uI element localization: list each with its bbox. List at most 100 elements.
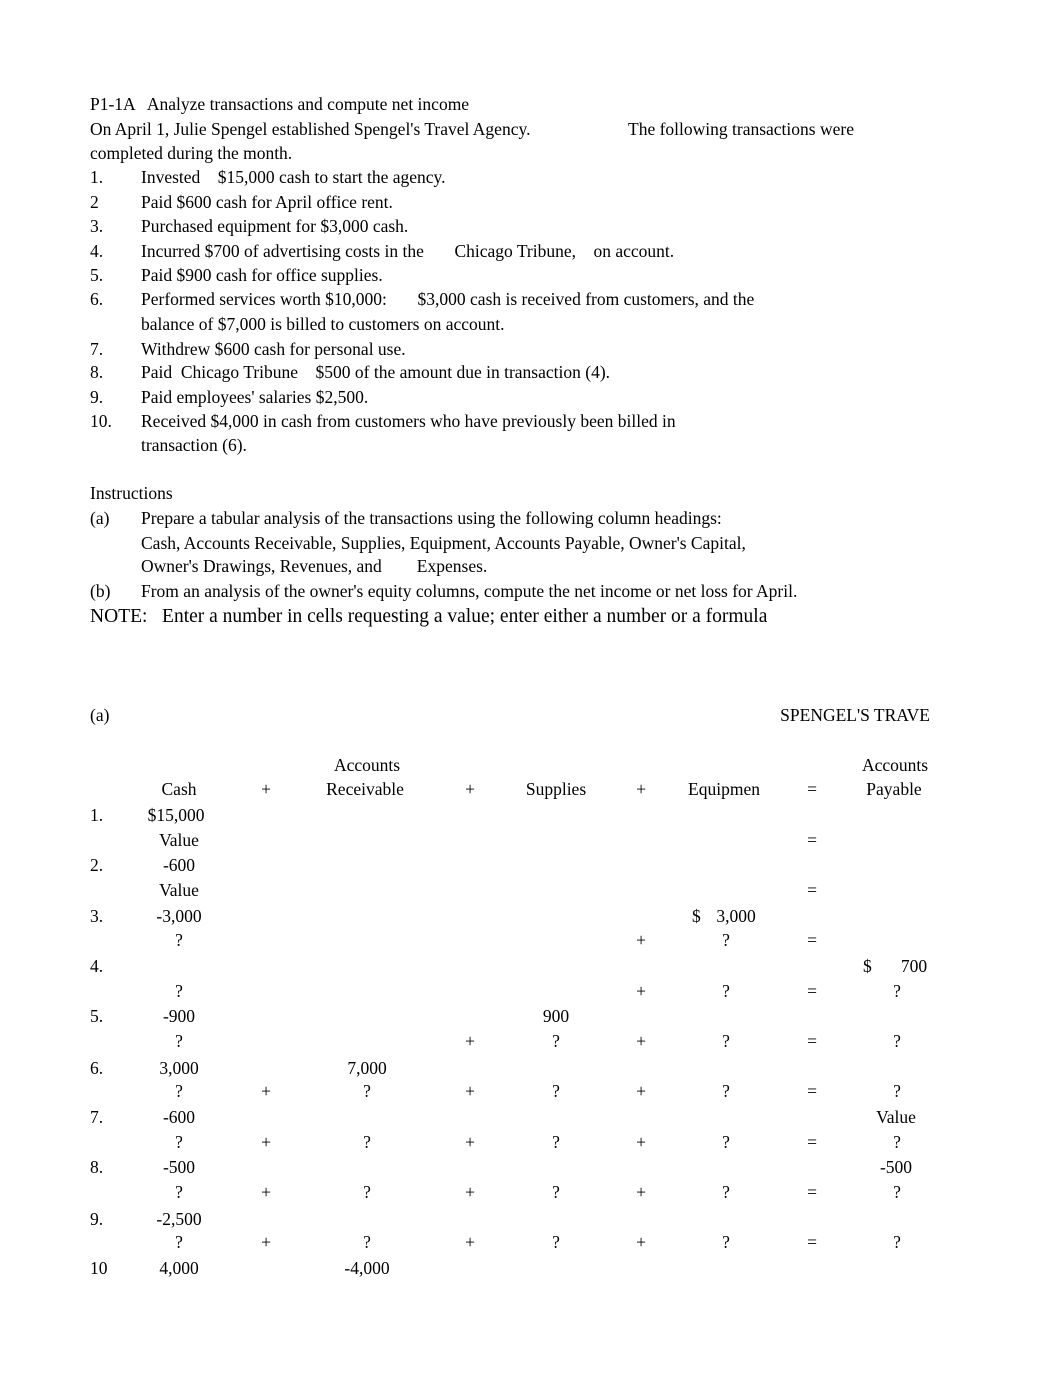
instruction-a-line: Prepare a tabular analysis of the transa…: [141, 508, 722, 528]
transaction-text: Paid $900 cash for office supplies.: [141, 265, 383, 285]
header-plus: +: [261, 779, 271, 799]
accounts-receivable-cell[interactable]: -4,000: [344, 1258, 389, 1278]
transaction-number: 6.: [90, 289, 104, 309]
accounts-payable-cell[interactable]: ?: [893, 1081, 901, 1101]
row-number: 10: [90, 1258, 108, 1278]
equipment-cell[interactable]: ?: [722, 1132, 730, 1152]
equipment-cell[interactable]: 3,000: [716, 906, 755, 926]
transaction-number: 5.: [90, 265, 104, 285]
equals-sign: =: [807, 930, 817, 950]
row-number: 7.: [90, 1107, 104, 1127]
row-number: 9.: [90, 1209, 104, 1229]
company-title: SPENGEL'S TRAVE: [780, 705, 930, 725]
cash-cell[interactable]: ?: [175, 1031, 183, 1051]
cash-cell[interactable]: ?: [175, 1132, 183, 1152]
instruction-b-label: (b): [90, 581, 111, 601]
accounts-receivable-cell[interactable]: ?: [363, 1081, 371, 1101]
accounts-payable-cell[interactable]: ?: [893, 981, 901, 1001]
cash-cell[interactable]: ?: [175, 1232, 183, 1252]
plus-sign: +: [636, 1031, 646, 1051]
equipment-cell[interactable]: ?: [722, 1081, 730, 1101]
cash-cell[interactable]: 3,000: [159, 1058, 198, 1078]
accounts-payable-cell[interactable]: ?: [893, 1031, 901, 1051]
plus-sign: +: [465, 1031, 475, 1051]
equipment-cell[interactable]: ?: [722, 981, 730, 1001]
equals-sign: =: [807, 1232, 817, 1252]
equals-sign: =: [807, 1182, 817, 1202]
plus-sign: +: [465, 1132, 475, 1152]
intro-text-line2: completed during the month.: [90, 143, 293, 163]
header-supplies: Supplies: [525, 779, 587, 799]
accounts-receivable-cell[interactable]: ?: [363, 1132, 371, 1152]
accounts-payable-cell[interactable]: Value: [876, 1107, 916, 1127]
transaction-text: balance of $7,000 is billed to customers…: [141, 314, 505, 334]
cash-cell[interactable]: ?: [175, 981, 183, 1001]
plus-sign: +: [636, 981, 646, 1001]
supplies-cell[interactable]: ?: [552, 1081, 560, 1101]
part-a-label: (a): [90, 705, 110, 725]
plus-sign: +: [261, 1132, 271, 1152]
transaction-text: Paid employees' salaries $2,500.: [141, 387, 369, 407]
equals-sign: =: [807, 880, 817, 900]
supplies-cell[interactable]: ?: [552, 1182, 560, 1202]
cash-cell[interactable]: ?: [175, 1182, 183, 1202]
accounts-receivable-cell[interactable]: ?: [363, 1182, 371, 1202]
supplies-cell[interactable]: 900: [543, 1006, 569, 1026]
header-ap-bottom: Payable: [866, 779, 922, 799]
instruction-a-label: (a): [90, 508, 110, 528]
transaction-text: Incurred $700 of advertising costs in th…: [141, 241, 675, 261]
cash-cell[interactable]: -2,500: [156, 1209, 201, 1229]
cash-cell[interactable]: Value: [159, 830, 199, 850]
plus-sign: +: [636, 1081, 646, 1101]
cash-cell[interactable]: -3,000: [156, 906, 201, 926]
dollar-sign: $: [863, 956, 872, 976]
plus-sign: +: [261, 1081, 271, 1101]
row-number: 5.: [90, 1006, 104, 1026]
accounts-payable-cell[interactable]: ?: [893, 1182, 901, 1202]
instructions-heading: Instructions: [90, 483, 173, 503]
plus-sign: +: [465, 1232, 475, 1252]
accounts-receivable-cell[interactable]: 7,000: [347, 1058, 386, 1078]
equipment-cell[interactable]: ?: [722, 1232, 730, 1252]
transaction-number: 4.: [90, 241, 104, 261]
intro-text: On April 1, Julie Spengel established Sp…: [90, 119, 531, 139]
supplies-cell[interactable]: ?: [552, 1232, 560, 1252]
equals-sign: =: [807, 981, 817, 1001]
equipment-cell[interactable]: ?: [722, 1031, 730, 1051]
cash-cell[interactable]: ?: [175, 930, 183, 950]
accounts-payable-cell[interactable]: ?: [893, 1132, 901, 1152]
cash-cell[interactable]: 4,000: [159, 1258, 198, 1278]
accounts-payable-cell[interactable]: 700: [901, 956, 927, 976]
row-number: 3.: [90, 906, 104, 926]
dollar-sign: $: [692, 906, 701, 926]
transaction-text: Invested $15,000 cash to start the agenc…: [141, 167, 446, 187]
cash-cell[interactable]: -900: [163, 1006, 195, 1026]
header-plus: +: [636, 779, 646, 799]
cash-cell[interactable]: ?: [175, 1081, 183, 1101]
problem-title: P1-1A Analyze transactions and compute n…: [90, 94, 470, 114]
cash-cell[interactable]: -600: [163, 1107, 195, 1127]
header-equipment: Equipmen: [688, 779, 760, 799]
equipment-cell[interactable]: ?: [722, 930, 730, 950]
accounts-payable-cell[interactable]: -500: [880, 1157, 912, 1177]
transaction-text: Paid $600 cash for April office rent.: [141, 192, 393, 212]
cash-cell[interactable]: $15,000: [148, 805, 205, 825]
supplies-cell[interactable]: ?: [552, 1132, 560, 1152]
accounts-payable-cell[interactable]: ?: [893, 1232, 901, 1252]
row-number: 4.: [90, 956, 104, 976]
cash-cell[interactable]: -500: [163, 1157, 195, 1177]
header-plus: +: [465, 779, 475, 799]
transaction-text: Received $4,000 in cash from customers w…: [141, 411, 676, 431]
row-number: 2.: [90, 855, 104, 875]
accounts-receivable-cell[interactable]: ?: [363, 1232, 371, 1252]
transaction-number: 8.: [90, 362, 104, 382]
supplies-cell[interactable]: ?: [552, 1031, 560, 1051]
plus-sign: +: [261, 1232, 271, 1252]
cash-cell[interactable]: -600: [163, 855, 195, 875]
equipment-cell[interactable]: ?: [722, 1182, 730, 1202]
note-text: NOTE: Enter a number in cells requesting…: [90, 606, 768, 627]
transaction-text: transaction (6).: [141, 435, 247, 455]
row-number: 8.: [90, 1157, 104, 1177]
cash-cell[interactable]: Value: [159, 880, 199, 900]
transaction-text: Paid Chicago Tribune $500 of the amount …: [141, 362, 611, 382]
